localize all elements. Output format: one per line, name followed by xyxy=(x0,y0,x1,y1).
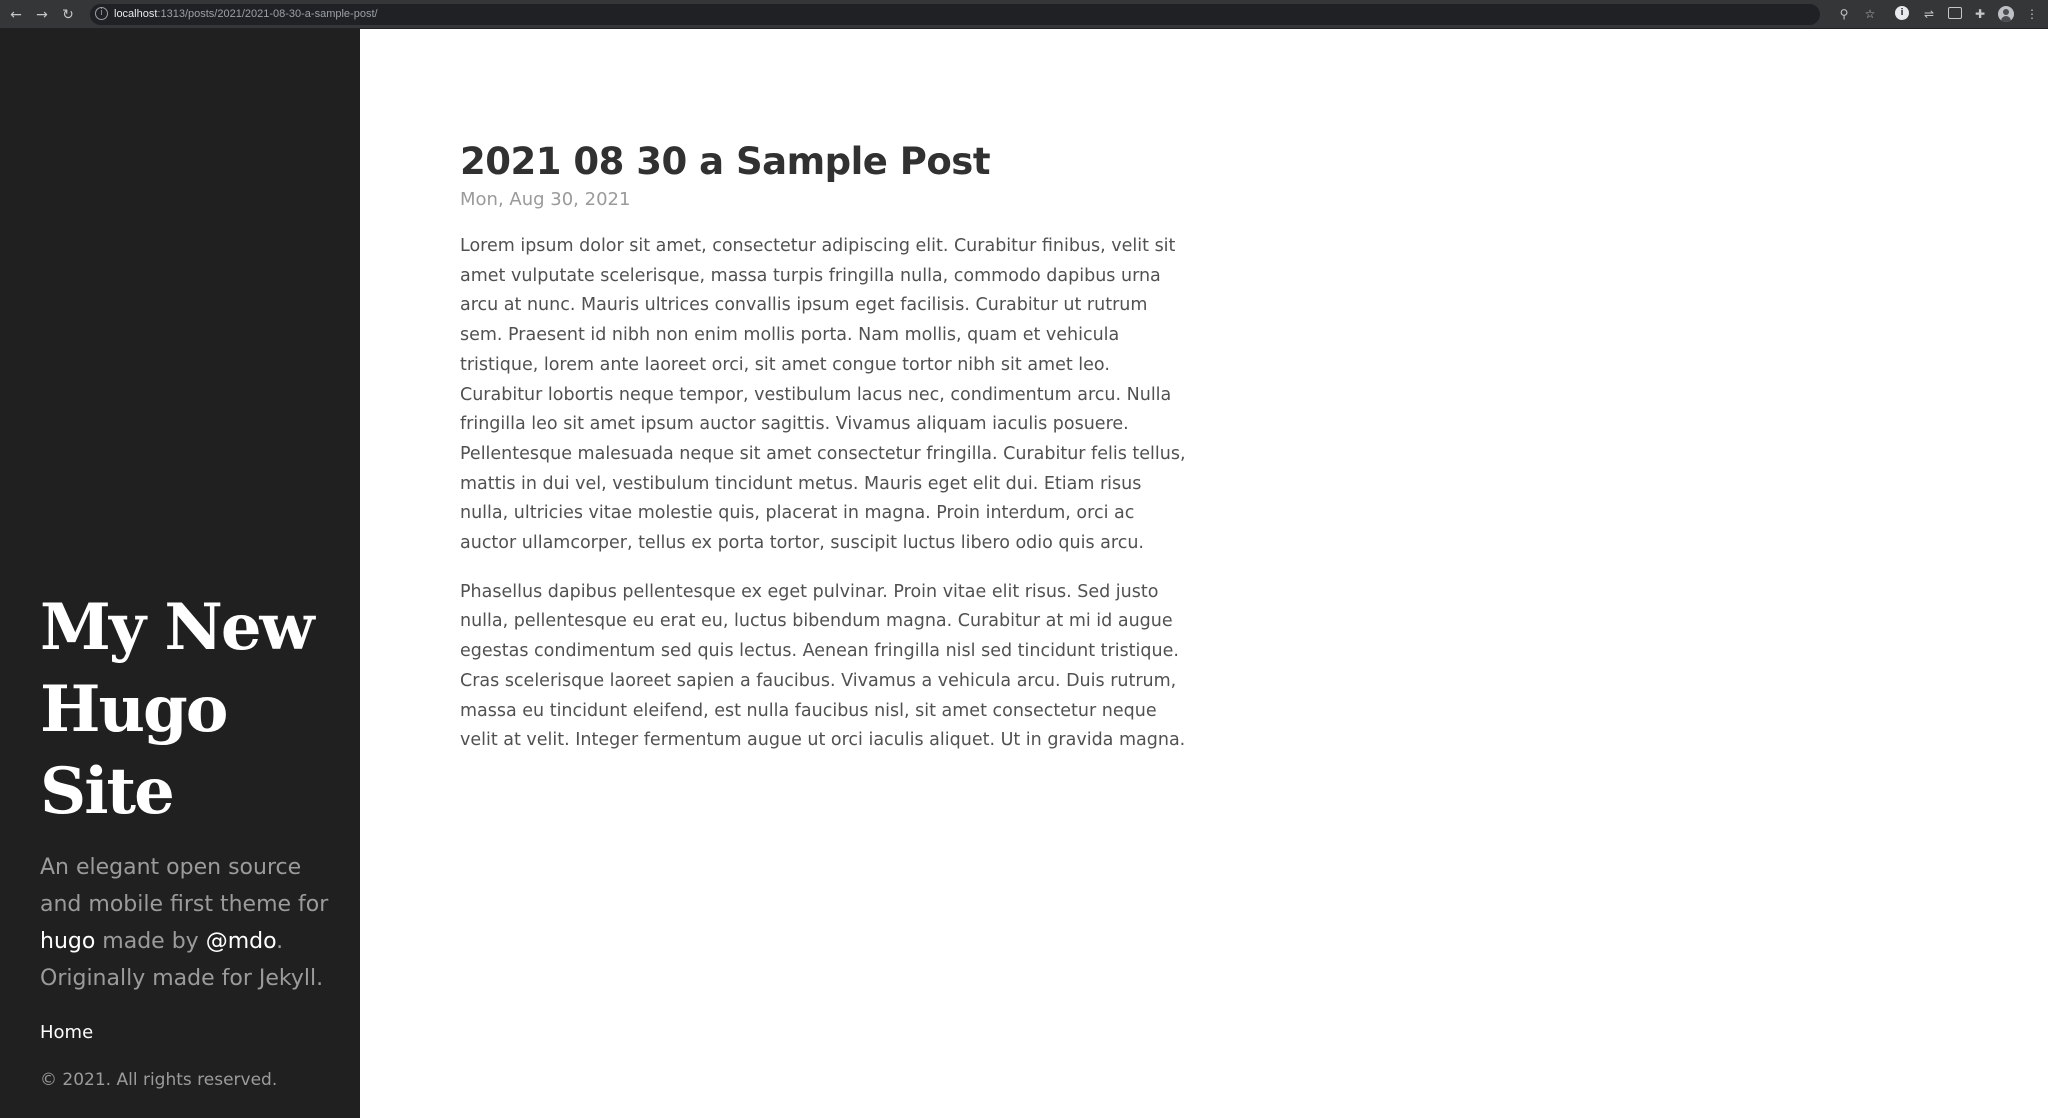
zoom-icon[interactable]: ⚲ xyxy=(1836,6,1852,22)
nav-home-link[interactable]: Home xyxy=(40,1019,93,1047)
mdo-link[interactable]: @mdo xyxy=(206,929,276,954)
sidebar-content: My New Hugo Site An elegant open source … xyxy=(40,587,330,1093)
main-content: 2021 08 30 a Sample Post Mon, Aug 30, 20… xyxy=(460,133,1190,756)
site-title-line: Hugo xyxy=(40,672,228,747)
url-path: :1313/posts/2021/2021-08-30-a-sample-pos… xyxy=(157,8,378,20)
post: 2021 08 30 a Sample Post Mon, Aug 30, 20… xyxy=(460,133,1190,756)
site-info-icon[interactable]: i xyxy=(95,7,108,20)
puzzle-extensions-icon[interactable]: ✚ xyxy=(1972,6,1988,22)
sidebar: My New Hugo Site An elegant open source … xyxy=(0,29,360,1118)
back-arrow-icon[interactable]: ← xyxy=(6,5,26,25)
post-paragraph: Lorem ipsum dolor sit amet, consectetur … xyxy=(460,236,1186,554)
site-title-line: My New xyxy=(40,590,315,665)
url-text[interactable]: localhost:1313/posts/2021/2021-08-30-a-s… xyxy=(114,7,378,22)
site-title[interactable]: My New Hugo Site xyxy=(40,587,330,833)
extension-icon[interactable]: i xyxy=(1895,6,1909,20)
tab-icon[interactable] xyxy=(1948,7,1962,19)
extension-icon[interactable]: ⇌ xyxy=(1921,6,1937,22)
browser-toolbar: ← → ↻ i localhost:1313/posts/2021/2021-0… xyxy=(0,0,2048,29)
hugo-link[interactable]: hugo xyxy=(40,929,95,954)
url-host: localhost xyxy=(114,8,158,20)
post-title: 2021 08 30 a Sample Post xyxy=(460,140,991,183)
site-tagline: An elegant open source and mobile first … xyxy=(40,849,330,997)
profile-icon[interactable] xyxy=(1998,6,2014,22)
copyright: © 2021. All rights reserved. xyxy=(40,1070,278,1090)
reload-icon[interactable]: ↻ xyxy=(58,5,78,25)
tagline-text: made by xyxy=(95,929,206,954)
address-bar[interactable]: i localhost:1313/posts/2021/2021-08-30-a… xyxy=(90,4,1820,25)
sidebar-nav: Home xyxy=(40,1019,330,1047)
forward-arrow-icon[interactable]: → xyxy=(32,5,52,25)
post-body: Lorem ipsum dolor sit amet, consectetur … xyxy=(460,232,1190,756)
site-title-line: Site xyxy=(40,754,175,829)
menu-kebab-icon[interactable]: ⋮ xyxy=(2024,6,2040,22)
tagline-text: An elegant open source and mobile first … xyxy=(40,855,329,917)
bookmark-star-icon[interactable]: ☆ xyxy=(1862,6,1878,22)
post-paragraph: Phasellus dapibus pellentesque ex eget p… xyxy=(460,581,1186,751)
